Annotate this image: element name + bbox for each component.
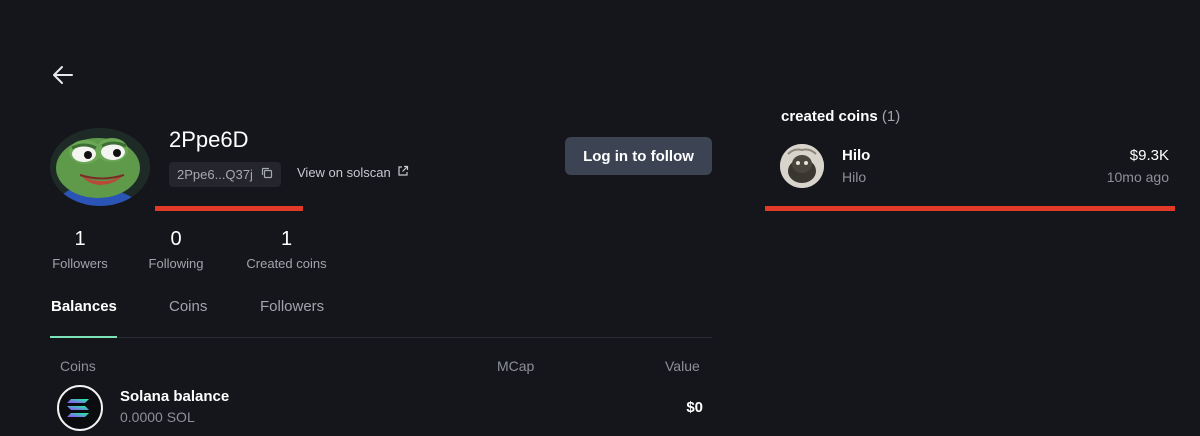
coin-age: 10mo ago: [1106, 169, 1169, 185]
copy-address-button[interactable]: 2Ppe6...Q37j: [169, 162, 281, 187]
solscan-link-label: View on solscan: [297, 165, 391, 180]
active-tab-indicator: [50, 336, 117, 338]
solana-balance-amount: 0.0000 SOL: [120, 409, 195, 425]
login-to-follow-button[interactable]: Log in to follow: [565, 137, 712, 175]
coin-name: Hilo: [842, 147, 871, 164]
solana-logo-icon: [57, 385, 103, 431]
solana-balance-name: Solana balance: [120, 388, 230, 405]
annotation-underline: [155, 206, 303, 211]
profile-page: 2Ppe6D 2Ppe6...Q37j View on solscan Log …: [0, 0, 1200, 436]
wallet-address: 2Ppe6...Q37j: [177, 167, 253, 182]
following-label: Following: [148, 256, 204, 271]
column-header-mcap: MCap: [497, 358, 535, 374]
followers-count: 1: [74, 228, 86, 250]
back-arrow-icon[interactable]: [50, 62, 76, 88]
copy-icon: [261, 167, 273, 182]
tab-balances[interactable]: Balances: [51, 298, 117, 315]
followers-label: Followers: [52, 256, 108, 271]
tab-divider: [50, 337, 712, 338]
coin-market-cap: $9.3K: [1129, 147, 1169, 164]
created-coin-row[interactable]: Hilo Hilo $9.3K 10mo ago: [780, 143, 1172, 189]
external-link-icon: [397, 165, 409, 180]
followers-stat[interactable]: 1 Followers: [50, 228, 110, 271]
annotation-underline: [765, 206, 1175, 211]
frog-avatar-icon: [50, 128, 150, 206]
column-header-value: Value: [665, 358, 700, 374]
created-coins-heading-count: (1): [881, 108, 901, 125]
profile-username: 2Ppe6D: [169, 127, 249, 152]
created-coins-heading: created coins (1): [781, 108, 900, 125]
tab-followers[interactable]: Followers: [260, 298, 324, 315]
solana-balance-value: $0: [686, 399, 703, 416]
created-coins-stat[interactable]: 1 Created coins: [243, 228, 330, 271]
view-on-solscan-link[interactable]: View on solscan: [297, 165, 409, 180]
coin-ticker: Hilo: [842, 169, 867, 185]
column-header-coins: Coins: [60, 358, 96, 374]
created-coins-count: 1: [280, 228, 293, 250]
following-stat[interactable]: 0 Following: [145, 228, 207, 271]
tab-coins[interactable]: Coins: [169, 298, 207, 315]
coin-thumbnail: [780, 144, 824, 188]
created-coins-label: Created coins: [246, 256, 327, 271]
created-coins-heading-label: created coins: [781, 108, 878, 125]
following-count: 0: [170, 228, 182, 250]
